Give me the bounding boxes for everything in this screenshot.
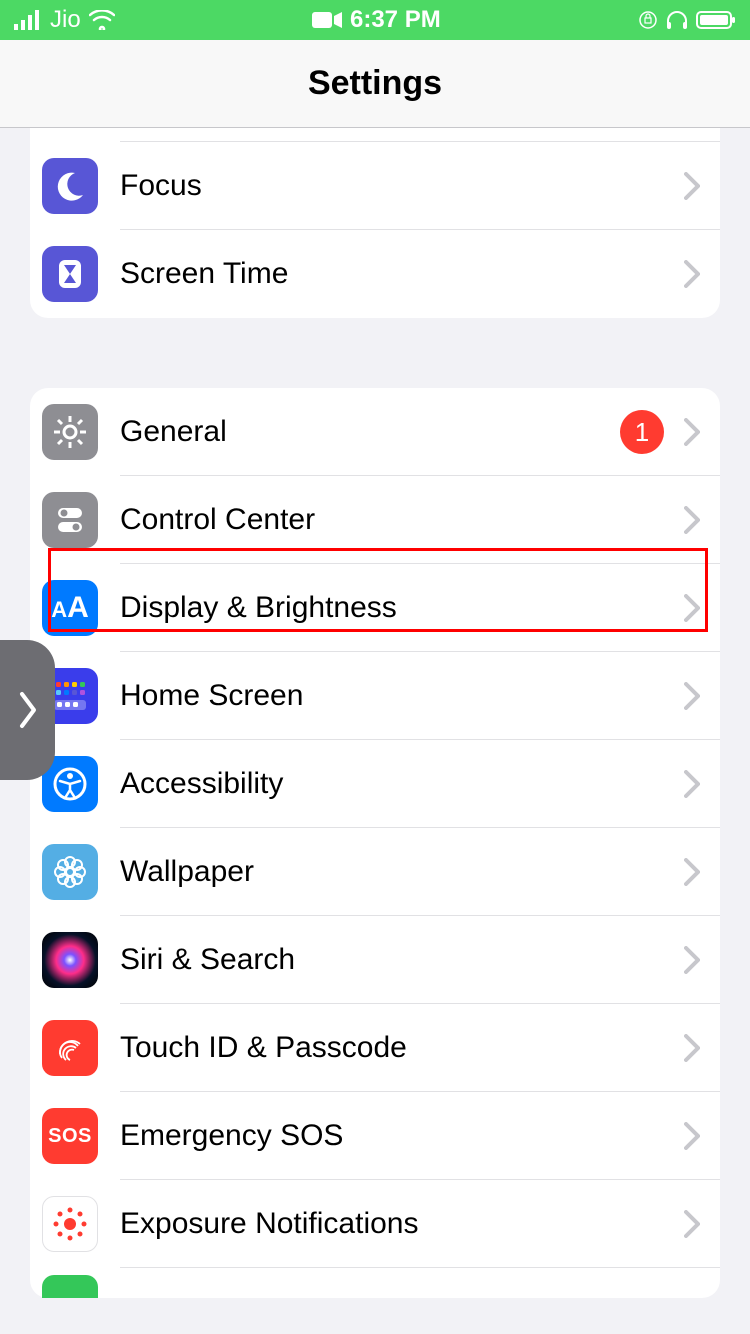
switches-icon	[42, 492, 98, 548]
row-label: Emergency SOS	[120, 1119, 684, 1153]
row-emergency-sos[interactable]: SOS Emergency SOS	[30, 1092, 720, 1180]
chevron-right-icon	[684, 770, 700, 798]
row-label: General	[120, 415, 620, 449]
moon-icon	[42, 158, 98, 214]
row-wallpaper[interactable]: Wallpaper	[30, 828, 720, 916]
chevron-right-icon	[684, 946, 700, 974]
header: Settings	[0, 40, 750, 128]
chevron-right-icon	[684, 1034, 700, 1062]
row-touch-id[interactable]: Touch ID & Passcode	[30, 1004, 720, 1092]
battery-settings-icon	[42, 1275, 98, 1298]
row-accessibility[interactable]: Accessibility	[30, 740, 720, 828]
chevron-right-icon	[684, 418, 700, 446]
row-label: Siri & Search	[120, 943, 684, 977]
chevron-right-icon	[684, 1122, 700, 1150]
row-focus[interactable]: Focus	[30, 142, 720, 230]
row-label: Home Screen	[120, 679, 684, 713]
row-general[interactable]: General 1	[30, 388, 720, 476]
status-left: Jio	[14, 6, 115, 34]
chevron-right-icon	[18, 688, 38, 732]
gear-icon	[42, 404, 98, 460]
exposure-icon	[42, 1196, 98, 1252]
siri-icon	[42, 932, 98, 988]
row-label: Wallpaper	[120, 855, 684, 889]
status-right	[638, 10, 736, 30]
sos-icon: SOS	[42, 1108, 98, 1164]
chevron-right-icon	[684, 1210, 700, 1238]
battery-icon	[696, 10, 736, 30]
row-label: Accessibility	[120, 767, 684, 801]
wifi-icon	[89, 10, 115, 30]
row-label: Focus	[120, 169, 684, 203]
row-label: Screen Time	[120, 257, 684, 291]
hourglass-icon	[42, 246, 98, 302]
row-sounds-haptics[interactable]: Sounds & Haptics	[30, 128, 720, 142]
carrier-label: Jio	[50, 6, 81, 34]
row-display-brightness[interactable]: AA Display & Brightness	[30, 564, 720, 652]
lock-rotation-icon	[638, 10, 658, 30]
row-label: Exposure Notifications	[120, 1207, 684, 1241]
time-label: 6:37 PM	[350, 6, 441, 34]
row-partial-bottom[interactable]	[30, 1268, 720, 1298]
chevron-right-icon	[684, 172, 700, 200]
row-home-screen[interactable]: Home Screen	[30, 652, 720, 740]
row-control-center[interactable]: Control Center	[30, 476, 720, 564]
status-center: 6:37 PM	[115, 6, 638, 34]
notification-badge: 1	[620, 410, 664, 454]
chevron-right-icon	[684, 682, 700, 710]
row-label: Display & Brightness	[120, 591, 684, 625]
row-siri-search[interactable]: Siri & Search	[30, 916, 720, 1004]
headphones-icon	[666, 10, 688, 30]
row-exposure-notifications[interactable]: Exposure Notifications	[30, 1180, 720, 1268]
text-size-icon: AA	[42, 580, 98, 636]
side-drawer-handle[interactable]	[0, 640, 55, 780]
settings-group-1: Sounds & Haptics Focus Screen Time	[30, 128, 720, 318]
chevron-right-icon	[684, 594, 700, 622]
chevron-right-icon	[684, 858, 700, 886]
fingerprint-icon	[42, 1020, 98, 1076]
flower-icon	[42, 844, 98, 900]
video-icon	[312, 10, 342, 30]
row-screen-time[interactable]: Screen Time	[30, 230, 720, 318]
chevron-right-icon	[684, 506, 700, 534]
settings-scroll[interactable]: Sounds & Haptics Focus Screen Time	[0, 128, 750, 1334]
signal-icon	[14, 10, 42, 30]
row-label: Control Center	[120, 503, 684, 537]
row-label: Touch ID & Passcode	[120, 1031, 684, 1065]
chevron-right-icon	[684, 260, 700, 288]
settings-group-2: General 1 Control Center AA Display & Br…	[30, 388, 720, 1298]
status-bar: Jio 6:37 PM	[0, 0, 750, 40]
page-title: Settings	[308, 64, 442, 103]
